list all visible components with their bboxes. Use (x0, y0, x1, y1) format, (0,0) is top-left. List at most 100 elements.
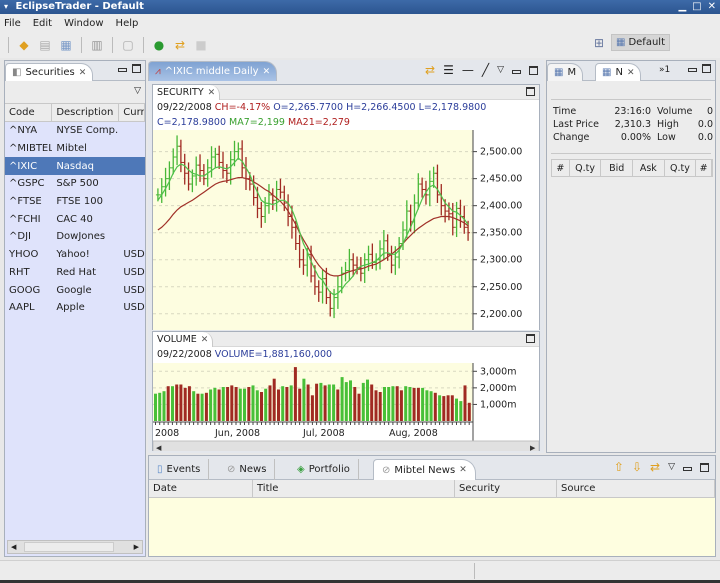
quote-value: 0 (706, 106, 713, 117)
arrow-down-icon[interactable]: ⇩ (632, 460, 642, 474)
order-book-column-header[interactable]: Q.ty (665, 160, 697, 176)
minimize-view-button[interactable] (512, 70, 521, 74)
menu-window[interactable]: Window (64, 18, 103, 29)
window-title: EclipseTrader - Default (15, 1, 144, 12)
security-row[interactable]: ^NYA NYSE Comp. (5, 122, 145, 140)
new-document-icon[interactable]: ▤ (37, 37, 53, 53)
security-row[interactable]: RHT Red Hat USD (5, 264, 145, 282)
column-header-security[interactable]: Security (455, 480, 557, 497)
tab-mibtel-news[interactable]: ⊘ Mibtel News ✕ (373, 459, 476, 480)
new-item-icon[interactable]: ▢ (120, 37, 136, 53)
scrollbar-thumb[interactable] (24, 542, 114, 552)
close-icon[interactable]: ✕ (201, 335, 209, 345)
arrow-up-icon[interactable]: ⇧ (614, 460, 624, 474)
column-header-code[interactable]: Code (5, 104, 53, 121)
chart-horizontal-scrollbar[interactable] (153, 440, 539, 451)
tab-chart-ixic[interactable]: ⩘ ^IXIC middle Daily ✕ (148, 61, 278, 81)
maximize-view-button[interactable] (700, 462, 709, 472)
sync-icon[interactable]: ⇄ (650, 460, 660, 474)
security-row[interactable]: GOOG Google USD (5, 281, 145, 299)
volume-bar (459, 401, 463, 421)
tab-portfolio[interactable]: ◈ Portfolio (289, 459, 359, 480)
open-perspective-icon[interactable]: ⊞ (591, 35, 607, 51)
maximize-pane-button[interactable] (526, 334, 535, 343)
minimize-window-button[interactable]: ▁ (678, 0, 686, 14)
view-menu-icon[interactable]: ▽ (497, 65, 504, 75)
column-header-description[interactable]: Description (52, 104, 120, 121)
table-icon: ▦ (554, 67, 564, 78)
minimize-view-button[interactable] (688, 68, 697, 72)
sync-icon[interactable]: ⇄ (425, 63, 435, 77)
minimize-view-button[interactable] (683, 467, 692, 471)
scroll-left-icon[interactable]: ◀ (156, 444, 162, 451)
menu-help[interactable]: Help (116, 18, 139, 29)
order-book-column-header[interactable]: Ask (633, 160, 665, 176)
horizontal-line-tool-icon[interactable]: — (462, 63, 474, 77)
view-menu-icon[interactable]: ▽ (134, 86, 141, 96)
stop-icon[interactable]: ■ (193, 37, 209, 53)
quote-label: Low (657, 132, 676, 143)
security-row[interactable]: AAPL Apple USD (5, 299, 145, 317)
tab-security[interactable]: SECURITY ✕ (153, 85, 221, 100)
close-icon[interactable]: ✕ (79, 68, 87, 78)
menu-file[interactable]: File (4, 18, 21, 29)
security-row[interactable]: ^IXIC Nasdaq (5, 157, 145, 176)
security-row[interactable]: ^FTSE FTSE 100 (5, 193, 145, 211)
run-icon[interactable]: ● (151, 37, 167, 53)
tab-portfolio-label: Portfolio (308, 464, 350, 475)
perspective-default-button[interactable]: ▦ Default (611, 34, 670, 51)
order-book-column-header[interactable]: # (552, 160, 570, 176)
volume-bar (192, 391, 196, 421)
order-book-column-header[interactable]: Bid (601, 160, 633, 176)
security-row[interactable]: ^FCHI CAC 40 (5, 210, 145, 228)
sync-icon[interactable]: ⇄ (172, 37, 188, 53)
order-book-column-header[interactable]: Q.ty (570, 160, 602, 176)
window-menu-icon[interactable]: ▾ (4, 0, 12, 14)
security-row[interactable]: ^MIBTEL Mibtel (5, 140, 145, 158)
close-icon[interactable]: ✕ (208, 88, 216, 98)
security-row[interactable]: ^DJI DowJones (5, 228, 145, 246)
security-description: Apple (56, 302, 85, 314)
column-header-currency[interactable]: Curr (119, 104, 145, 121)
maximize-pane-button[interactable] (526, 87, 535, 96)
tab-securities[interactable]: ◧ Securities ✕ (5, 63, 94, 81)
volume-bar (442, 396, 446, 421)
maximize-view-button[interactable] (132, 64, 141, 73)
close-icon[interactable]: ✕ (459, 465, 467, 475)
volume-bar (327, 384, 331, 421)
column-header-title[interactable]: Title (253, 480, 455, 497)
close-window-button[interactable]: ✕ (708, 0, 716, 14)
scroll-right-icon[interactable]: ▶ (134, 543, 139, 551)
scroll-left-icon[interactable]: ◀ (11, 543, 16, 551)
order-book-column-header[interactable]: # (696, 160, 713, 176)
perspective-switcher: ⊞ ▦ Default (591, 34, 670, 51)
maximize-view-button[interactable] (529, 65, 538, 75)
menu-edit[interactable]: Edit (33, 18, 52, 29)
tab-volume[interactable]: VOLUME ✕ (153, 332, 214, 347)
maximize-view-button[interactable] (702, 64, 711, 73)
horizontal-scrollbar[interactable]: ◀ ▶ (7, 540, 143, 554)
view-menu-icon[interactable]: ▽ (668, 462, 675, 472)
minimize-view-button[interactable] (118, 68, 127, 72)
new-portfolio-icon[interactable]: ▥ (89, 37, 105, 53)
tab-news[interactable]: ⊘ News (219, 459, 276, 480)
price-chart[interactable]: 2,200.00 2,250.00 2,300.00 2,350.00 2,400.00… (153, 130, 539, 330)
security-row[interactable]: YHOO Yahoo! USD (5, 246, 145, 264)
lines-tool-icon[interactable]: ☰ (443, 63, 454, 77)
tab-market[interactable]: ▦ M (547, 63, 584, 81)
new-watchlist-icon[interactable]: ▦ (58, 37, 74, 53)
tab-events[interactable]: ▯ Events (149, 459, 210, 480)
security-row[interactable]: ^GSPC S&P 500 (5, 175, 145, 193)
volume-chart[interactable]: 1,000m 2,000m 3,000m 2008 Jun, 2008 Jul, 2008… (153, 363, 539, 451)
new-security-icon[interactable]: ◆ (16, 37, 32, 53)
trend-line-tool-icon[interactable]: ╱ (482, 63, 489, 77)
close-icon[interactable]: ✕ (263, 67, 271, 77)
volume-bar (230, 385, 234, 421)
more-tabs-button[interactable]: »1 (659, 65, 670, 75)
tab-news-quote[interactable]: ▦ N ✕ (595, 63, 642, 81)
close-icon[interactable]: ✕ (627, 68, 635, 78)
column-header-source[interactable]: Source (557, 480, 715, 497)
column-header-date[interactable]: Date (149, 480, 253, 497)
maximize-window-button[interactable]: □ (692, 0, 701, 14)
scroll-right-icon[interactable]: ▶ (530, 444, 536, 451)
